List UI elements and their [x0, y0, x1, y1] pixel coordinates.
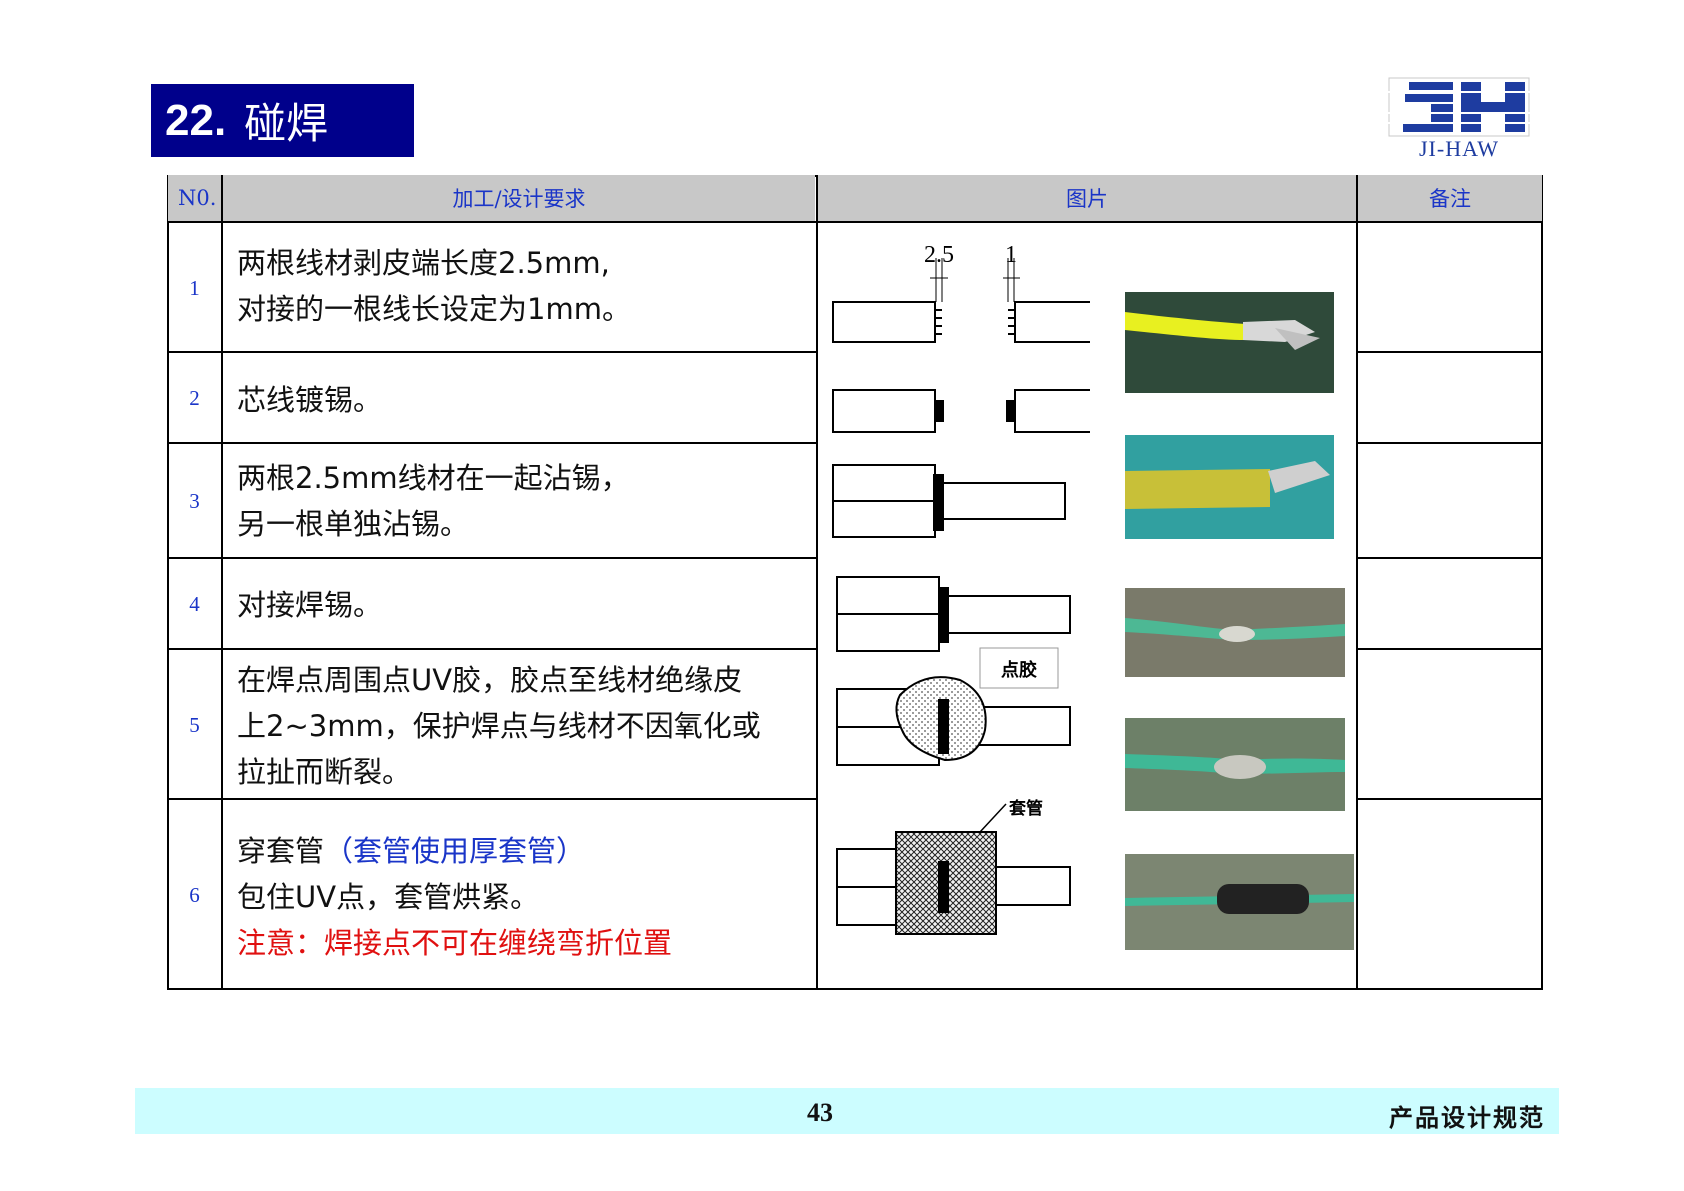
dimension-label-1: 1 [1005, 242, 1017, 268]
warning-note: 注意：焊接点不可在缠绕弯折位置 [237, 926, 673, 960]
row-number: 4 [189, 592, 200, 616]
section-number: 22. [165, 95, 227, 145]
glue-label: 点胶 [1001, 659, 1037, 681]
heat-shrink-sleeve-photo [1125, 854, 1354, 950]
requirement-text-1: 两根线材剥皮端长度2.5mm, 对接的一根线长设定为1mm。 [237, 246, 631, 326]
requirement-text-2: 芯线镀锡。 [237, 383, 383, 417]
company-logo: JI-HAW [1387, 76, 1531, 162]
requirement-text-4: 对接焊锡。 [237, 588, 383, 622]
sleeve-note: （套管使用厚套管） [324, 834, 586, 868]
row-number: 6 [189, 882, 200, 907]
sleeve-instruction: 穿套管 [237, 834, 325, 868]
uv-glued-wire-photo [1125, 718, 1345, 811]
stripped-wire-photo [1125, 292, 1334, 393]
row-number: 3 [189, 489, 200, 513]
logo-text: JI-HAW [1419, 136, 1499, 161]
column-header-remark: 备注 [1358, 175, 1542, 221]
row-number: 1 [189, 275, 200, 300]
soldering-process-diagram: 2.5 1 点胶 套管 [832, 242, 1090, 935]
section-title-banner: 22. 碰焊 [151, 84, 414, 157]
sleeve-label: 套管 [1008, 798, 1043, 819]
tinned-wire-photo [1125, 435, 1334, 539]
column-header-no: N0. [168, 175, 221, 221]
row-number: 5 [189, 712, 200, 737]
dimension-label-2-5: 2.5 [924, 242, 954, 268]
requirement-text-6: 穿套管（套管使用厚套管） 包住UV点，套管烘紧。 注意：焊接点不可在缠绕弯折位置 [237, 828, 812, 966]
column-header-picture: 图片 [818, 175, 1356, 221]
requirement-text-5: 在焊点周围点UV胶，胶点至线材绝缘皮 上2~3mm，保护焊点与线材不因氧化或 拉… [237, 663, 761, 789]
section-title: 碰焊 [244, 99, 329, 148]
page-number: 43 [807, 1098, 833, 1127]
column-header-requirement: 加工/设计要求 [223, 175, 815, 221]
jh-logo-icon [1387, 77, 1531, 137]
requirement-text-3: 两根2.5mm线材在一起沾锡， 另一根单独沾锡。 [237, 461, 630, 541]
butt-soldered-wire-photo [1125, 588, 1345, 677]
row-number: 2 [189, 386, 200, 410]
document-title: 产品设计规范 [1389, 1103, 1545, 1132]
